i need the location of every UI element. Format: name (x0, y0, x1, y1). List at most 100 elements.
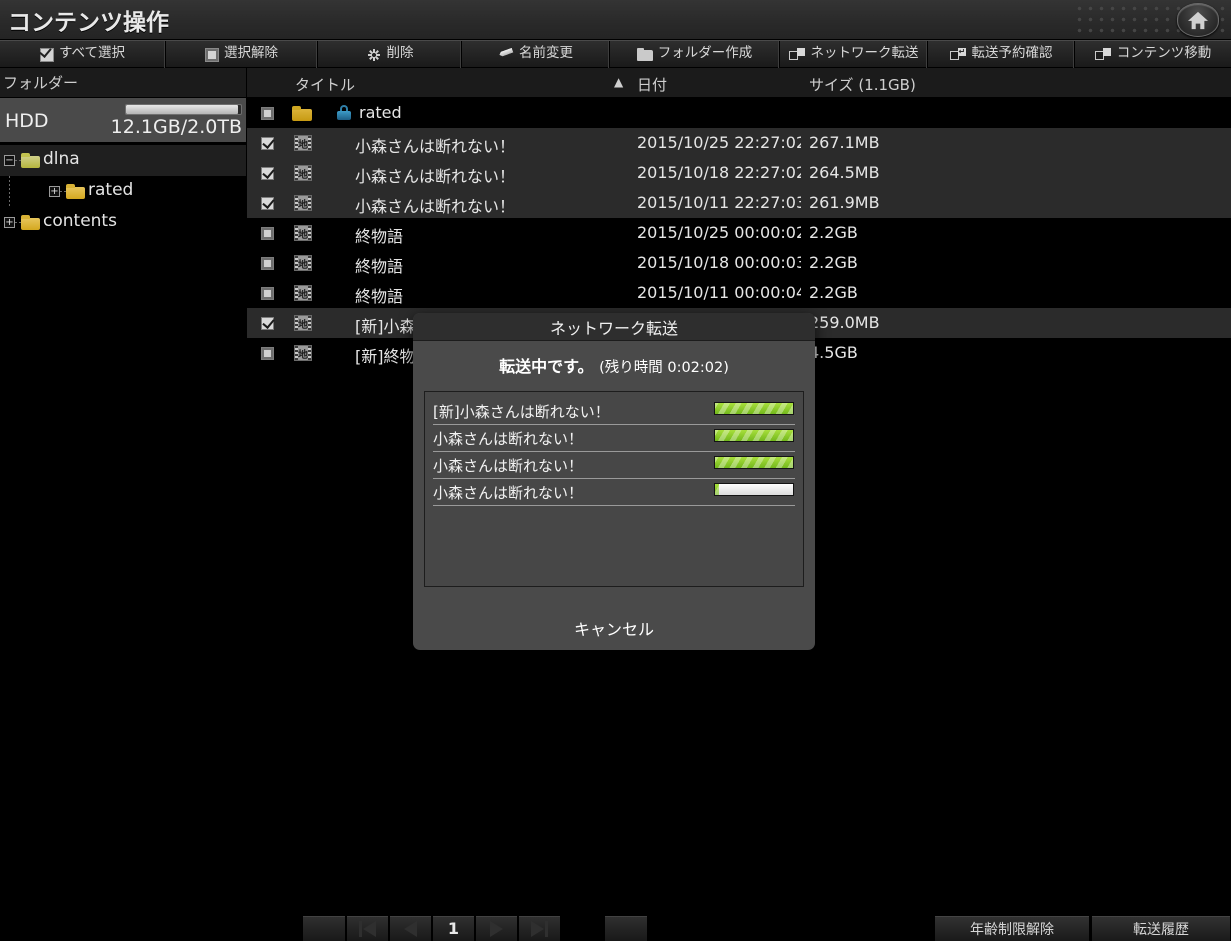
row-title: 終物語 (355, 227, 404, 246)
pager-next-button[interactable] (475, 916, 518, 941)
table-row[interactable]: 地 終物語 2015/10/18 00:00:03 2.2GB (247, 248, 1231, 278)
column-header-title[interactable]: タイトル (295, 74, 355, 95)
transfer-item-name: 小森さんは断れない！ (433, 483, 584, 502)
home-button[interactable] (1177, 3, 1219, 37)
video-file-icon: 地 (294, 315, 312, 331)
row-date: 2015/10/11 00:00:04 (637, 283, 801, 302)
progress-bar (714, 456, 794, 469)
row-size: 2.2GB (809, 223, 858, 242)
table-row[interactable]: rated (247, 98, 1231, 128)
pager-left-pad (303, 916, 346, 941)
pagination: 1 (346, 916, 561, 941)
hdd-usage-panel: HDD 12.1GB/2.0TB (0, 98, 246, 143)
sidebar-item-rated[interactable]: + rated (0, 176, 246, 207)
pager-first-button[interactable] (346, 916, 389, 941)
folder-icon (66, 184, 86, 199)
checkbox-empty-icon (205, 47, 219, 62)
list-item: [新]小森さんは断れない！ (433, 398, 795, 425)
content-move-button[interactable]: コンテンツ移動 (1075, 41, 1231, 68)
transfer-item-name: 小森さんは断れない！ (433, 456, 584, 475)
content-operation-app: コンテンツ操作 すべて選択 選択解除 削除 名前変更 フォルダー作成 ネットワー… (0, 0, 1231, 941)
folder-icon (21, 215, 41, 230)
pager-last-button[interactable] (518, 916, 561, 941)
transfer-reservation-label: 転送予約確認 (971, 45, 1053, 62)
pencil-rename-icon (498, 48, 514, 62)
table-row[interactable]: 地 小森さんは断れない！ 2015/10/18 22:27:02 264.5MB (247, 158, 1231, 188)
folder-sidebar: フォルダー HDD 12.1GB/2.0TB − dlna + rated + … (0, 68, 246, 941)
progress-bar (714, 402, 794, 415)
video-file-icon: 地 (294, 165, 312, 181)
row-checkbox[interactable] (261, 317, 274, 330)
video-file-icon: 地 (294, 225, 312, 241)
sidebar-item-label: dlna (43, 149, 80, 169)
delete-button[interactable]: 削除 (318, 41, 462, 68)
row-size: 267.1MB (809, 133, 880, 152)
create-folder-button[interactable]: フォルダー作成 (610, 41, 780, 68)
list-item: 小森さんは断れない！ (433, 425, 795, 452)
sidebar-item-dlna[interactable]: − dlna (0, 145, 246, 176)
select-all-button[interactable]: すべて選択 (0, 41, 166, 68)
page-title: コンテンツ操作 (8, 10, 169, 36)
prev-page-icon (404, 920, 417, 937)
network-transfer-dialog: ネットワーク転送 転送中です。 (残り時間 0:02:02) [新]小森さんは断… (413, 313, 815, 650)
row-checkbox[interactable] (261, 287, 274, 300)
bottom-bar: 1 年齢制限解除 転送履歴 (0, 914, 1231, 941)
video-file-icon: 地 (294, 195, 312, 211)
network-transfer-icon (788, 48, 806, 61)
content-move-label: コンテンツ移動 (1116, 45, 1212, 62)
progress-bar (714, 483, 794, 496)
dialog-remaining-time: (残り時間 0:02:02) (599, 360, 729, 376)
pager-prev-button[interactable] (389, 916, 432, 941)
row-checkbox[interactable] (261, 137, 274, 150)
row-date: 2015/10/11 22:27:03 (637, 193, 801, 212)
expander-plus-icon[interactable]: + (49, 186, 60, 197)
row-checkbox[interactable] (261, 107, 274, 120)
sidebar-item-contents[interactable]: + contents (0, 207, 246, 238)
list-item: 小森さんは断れない！ (433, 452, 795, 479)
table-row[interactable]: 地 終物語 2015/10/25 00:00:02 2.2GB (247, 218, 1231, 248)
burst-delete-icon (366, 48, 382, 62)
transfer-reserve-icon: ↵ (949, 48, 967, 61)
row-checkbox[interactable] (261, 197, 274, 210)
expander-plus-icon[interactable]: + (4, 217, 15, 228)
table-row[interactable]: 地 終物語 2015/10/11 00:00:04 2.2GB (247, 278, 1231, 308)
dialog-status: 転送中です。 (残り時間 0:02:02) (413, 353, 815, 377)
title-bar: コンテンツ操作 (0, 0, 1231, 40)
deselect-label: 選択解除 (224, 45, 278, 62)
row-checkbox[interactable] (261, 257, 274, 270)
network-transfer-label: ネットワーク転送 (810, 45, 919, 62)
rename-button[interactable]: 名前変更 (462, 41, 610, 68)
dialog-status-main: 転送中です。 (499, 357, 594, 376)
column-header-size[interactable]: サイズ (1.1GB) (809, 74, 916, 95)
folder-tree: − dlna + rated + contents (0, 143, 246, 238)
network-transfer-button[interactable]: ネットワーク転送 (780, 41, 928, 68)
row-size: 264.5MB (809, 163, 880, 182)
row-size: 4.5GB (809, 343, 858, 362)
row-checkbox[interactable] (261, 227, 274, 240)
deselect-button[interactable]: 選択解除 (166, 41, 318, 68)
row-date: 2015/10/18 00:00:03 (637, 253, 801, 272)
row-checkbox[interactable] (261, 167, 274, 180)
delete-label: 削除 (386, 45, 414, 62)
sidebar-item-label: contents (43, 211, 117, 231)
row-checkbox[interactable] (261, 347, 274, 360)
transfer-item-name: [新]小森さんは断れない！ (433, 402, 610, 421)
sort-ascending-icon: ▲ (614, 75, 624, 89)
column-header-date[interactable]: 日付 (637, 74, 667, 95)
row-size: 259.0MB (809, 313, 880, 332)
expander-minus-icon[interactable]: − (4, 155, 15, 166)
progress-bar (714, 429, 794, 442)
row-title: rated (359, 103, 402, 122)
pager-current-page[interactable]: 1 (432, 916, 475, 941)
age-restriction-button[interactable]: 年齢制限解除 (934, 916, 1090, 941)
table-row[interactable]: 地 小森さんは断れない！ 2015/10/25 22:27:02 267.1MB (247, 128, 1231, 158)
first-page-icon (359, 920, 376, 937)
transfer-history-button[interactable]: 転送履歴 (1091, 916, 1231, 941)
select-all-label: すべて選択 (58, 45, 125, 62)
cancel-button[interactable]: キャンセル (413, 616, 815, 640)
dialog-title: ネットワーク転送 (413, 313, 815, 341)
transfer-reservation-button[interactable]: ↵ 転送予約確認 (928, 41, 1075, 68)
list-header: タイトル ▲ 日付 サイズ (1.1GB) (247, 68, 1231, 98)
table-row[interactable]: 地 小森さんは断れない！ 2015/10/11 22:27:03 261.9MB (247, 188, 1231, 218)
folder-new-icon (636, 48, 653, 61)
